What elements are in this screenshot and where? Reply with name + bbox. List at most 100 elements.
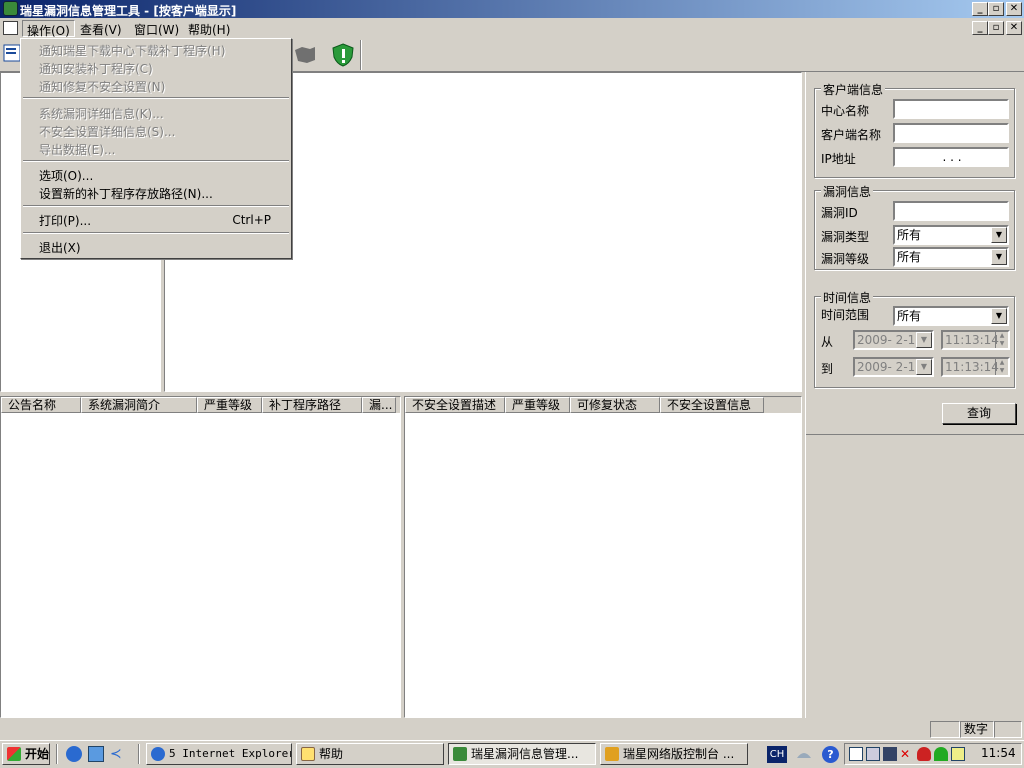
ip-address-field[interactable]: . . .: [893, 147, 1009, 167]
app-icon[interactable]: [3, 1, 18, 16]
tray-network-icon[interactable]: [866, 747, 880, 761]
menu-notify-download[interactable]: 通知瑞星下载中心下载补丁程序(H): [39, 42, 225, 59]
console-icon: [605, 747, 619, 761]
taskbar-app-console[interactable]: 瑞星网络版控制台 ...: [600, 743, 748, 765]
col-setting-desc[interactable]: 不安全设置描述: [405, 397, 505, 413]
ie-icon: [151, 747, 165, 761]
menu-exit[interactable]: 退出(X): [39, 239, 81, 256]
toolbar-shield-icon[interactable]: [330, 42, 356, 68]
chevron-down-icon[interactable]: ▼: [991, 249, 1007, 265]
doc-icon[interactable]: [3, 21, 18, 35]
chevron-down-icon[interactable]: ▼: [991, 308, 1007, 324]
filter-panel: 客户端信息 中心名称 客户端名称 IP地址 . . . 漏洞信息 漏洞ID 漏洞…: [805, 72, 1024, 718]
menu-setting-details[interactable]: 不安全设置详细信息(S)...: [39, 123, 175, 140]
menu-print[interactable]: 打印(P)...: [39, 212, 91, 229]
tray-window-icon[interactable]: [951, 747, 965, 761]
from-time-field[interactable]: 11:13:14 ▲ ▼: [941, 330, 1010, 350]
help-label: 帮助: [319, 747, 344, 761]
menu-help[interactable]: 帮助(H): [184, 20, 234, 37]
mdi-minimize-button[interactable]: _: [972, 21, 988, 35]
menu-notify-install[interactable]: 通知安装补丁程序(C): [39, 60, 153, 77]
tray-doc-icon[interactable]: [849, 747, 863, 761]
taskbar-separator: [56, 744, 58, 764]
vuln-id-field[interactable]: [893, 201, 1009, 221]
client-info-title: 客户端信息: [821, 81, 886, 98]
windows-logo-icon: [7, 747, 21, 761]
menu-bar: 操作(O) 查看(V) 窗口(W) 帮助(H) _ ▫ ✕: [0, 18, 1024, 38]
title-bar: 瑞星漏洞信息管理工具 - [按客户端显示] _ ▫ ✕: [0, 0, 1024, 18]
to-time-value: 11:13:14: [945, 360, 999, 374]
menu-set-patch-path[interactable]: 设置新的补丁程序存放路径(N)...: [39, 185, 213, 202]
menu-view[interactable]: 查看(V): [76, 20, 126, 37]
time-range-select[interactable]: 所有 ▼: [893, 306, 1009, 326]
minimize-button[interactable]: _: [972, 2, 988, 16]
vuln-type-select[interactable]: 所有 ▼: [893, 225, 1009, 245]
insecure-settings-table[interactable]: 不安全设置描述 严重等级 可修复状态 不安全设置信息: [404, 396, 802, 718]
client-name-field[interactable]: [893, 123, 1009, 143]
clock: 11:54: [981, 746, 1016, 760]
start-button[interactable]: 开始: [2, 743, 50, 765]
vuln-table-header: 公告名称 系统漏洞简介 严重等级 补丁程序路径 漏...: [1, 397, 400, 413]
mdi-close-button[interactable]: ✕: [1006, 21, 1022, 35]
input-method-icon[interactable]: [795, 746, 813, 763]
time-range-value: 所有: [897, 309, 922, 323]
menu-separator: [23, 232, 289, 234]
language-indicator[interactable]: CH: [767, 746, 787, 763]
menu-separator: [23, 205, 289, 207]
spin-arrows-icon[interactable]: ▲ ▼: [995, 332, 1008, 348]
chevron-down-icon[interactable]: ▼: [991, 227, 1007, 243]
panel-divider: [806, 434, 1024, 435]
col-setting-severity[interactable]: 严重等级: [505, 397, 570, 413]
vuln-type-value: 所有: [897, 228, 922, 242]
taskbar-ie-group[interactable]: 5 Internet Explorer: [146, 743, 292, 765]
col-vuln-more[interactable]: 漏...: [362, 397, 396, 413]
menu-vuln-details[interactable]: 系统漏洞详细信息(K)...: [39, 105, 164, 122]
menu-notify-repair[interactable]: 通知修复不安全设置(N): [39, 78, 165, 95]
chevron-down-icon[interactable]: ▼: [916, 332, 932, 348]
to-time-field[interactable]: 11:13:14 ▲ ▼: [941, 357, 1010, 377]
taskbar-app-vuln-tool[interactable]: 瑞星漏洞信息管理...: [448, 743, 596, 765]
tray-antivirus-icon[interactable]: [917, 747, 931, 761]
tray-monitor-icon[interactable]: [883, 747, 897, 761]
vuln-info-group: 漏洞信息 漏洞ID 漏洞类型 所有 ▼ 漏洞等级 所有 ▼: [814, 183, 1015, 270]
mdi-restore-button[interactable]: ▫: [988, 21, 1004, 35]
col-fix-status[interactable]: 可修复状态: [570, 397, 660, 413]
menu-separator: [23, 97, 289, 99]
tray-umbrella-icon[interactable]: [934, 747, 948, 761]
col-vuln-summary[interactable]: 系统漏洞简介: [81, 397, 197, 413]
col-severity[interactable]: 严重等级: [197, 397, 262, 413]
restore-button[interactable]: ▫: [988, 2, 1004, 16]
menu-operate[interactable]: 操作(O): [22, 20, 75, 38]
toolbar-group-icon[interactable]: [292, 42, 318, 68]
col-bulletin-name[interactable]: 公告名称: [1, 397, 81, 413]
center-name-label: 中心名称: [821, 104, 870, 118]
menu-export[interactable]: 导出数据(E)...: [39, 141, 115, 158]
window-title: 瑞星漏洞信息管理工具 - [按客户端显示]: [20, 4, 237, 18]
menu-options[interactable]: 选项(O)...: [39, 167, 93, 184]
chevron-down-icon[interactable]: ▼: [916, 359, 932, 375]
outlook-quicklaunch-icon[interactable]: ≺: [110, 746, 126, 762]
taskbar-help[interactable]: 帮助: [296, 743, 444, 765]
vuln-level-select[interactable]: 所有 ▼: [893, 247, 1009, 267]
col-patch-path[interactable]: 补丁程序路径: [262, 397, 362, 413]
center-name-field[interactable]: [893, 99, 1009, 119]
vuln-info-title: 漏洞信息: [821, 183, 874, 200]
menu-separator: [23, 160, 289, 162]
vuln-table[interactable]: 公告名称 系统漏洞简介 严重等级 补丁程序路径 漏...: [0, 396, 401, 718]
tray-disconnect-icon[interactable]: ✕: [900, 747, 914, 761]
from-date-picker[interactable]: 2009- 2-18 ▼: [853, 330, 934, 350]
col-setting-info[interactable]: 不安全设置信息: [660, 397, 764, 413]
vuln-level-label: 漏洞等级: [821, 252, 870, 266]
ie-quicklaunch-icon[interactable]: [66, 746, 82, 762]
query-button[interactable]: 查询: [942, 403, 1016, 424]
close-button[interactable]: ✕: [1006, 2, 1022, 16]
start-label: 开始: [25, 747, 50, 761]
to-date-picker[interactable]: 2009- 2-19 ▼: [853, 357, 934, 377]
from-date-value: 2009- 2-18: [857, 333, 923, 347]
system-tray: ✕ 11:54: [844, 743, 1022, 765]
desktop-quicklaunch-icon[interactable]: [88, 746, 104, 762]
menu-window[interactable]: 窗口(W): [130, 20, 183, 37]
spin-arrows-icon[interactable]: ▲ ▼: [995, 359, 1008, 375]
help-question-icon[interactable]: ?: [822, 746, 839, 763]
to-label: 到: [821, 362, 834, 376]
